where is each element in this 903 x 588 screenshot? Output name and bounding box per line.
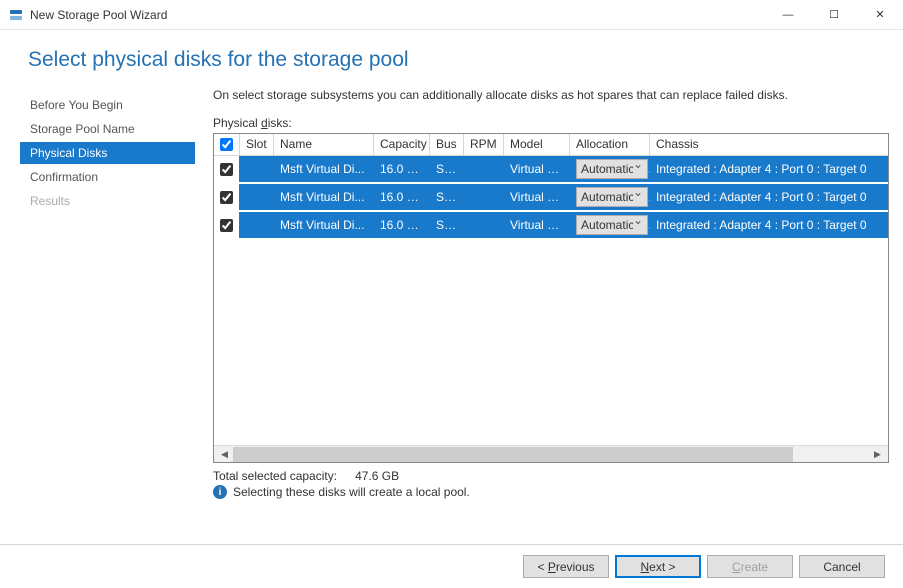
header-bus[interactable]: Bus — [430, 134, 464, 155]
previous-button[interactable]: < Previous — [523, 555, 609, 578]
cancel-button[interactable]: Cancel — [799, 555, 885, 578]
maximize-button[interactable]: ☐ — [811, 0, 857, 30]
minimize-button[interactable]: — — [765, 0, 811, 30]
scroll-track[interactable] — [233, 447, 869, 462]
cell-model: Virtual Disk — [504, 218, 570, 232]
header-checkbox[interactable] — [214, 134, 240, 155]
scroll-left-icon[interactable]: ◀ — [216, 447, 233, 462]
info-text: Selecting these disks will create a loca… — [233, 485, 470, 499]
header-slot[interactable]: Slot — [240, 134, 274, 155]
window-controls: — ☐ ✕ — [765, 0, 903, 30]
cell-bus: SAS — [430, 190, 464, 204]
info-icon: i — [213, 485, 227, 499]
table-row[interactable]: Msft Virtual Di...16.0 GBSAS Virtual Disk… — [214, 212, 888, 240]
row-checkbox[interactable] — [214, 184, 240, 210]
header-capacity[interactable]: Capacity — [374, 134, 430, 155]
step-confirmation[interactable]: Confirmation — [20, 166, 195, 188]
grid-header: Slot Name Capacity Bus RPM Model Allocat… — [214, 134, 888, 156]
cell-bus: SAS — [430, 218, 464, 232]
scroll-thumb[interactable] — [233, 447, 793, 462]
page-title: Select physical disks for the storage po… — [0, 30, 903, 82]
cell-chassis: Integrated : Adapter 4 : Port 0 : Target… — [650, 162, 888, 176]
physical-disks-grid: Slot Name Capacity Bus RPM Model Allocat… — [213, 133, 889, 463]
table-row[interactable]: Msft Virtual Di...16.0 GBSAS Virtual Disk… — [214, 184, 888, 212]
step-storage-pool-name[interactable]: Storage Pool Name — [20, 118, 195, 140]
allocation-select[interactable]: Automatic — [576, 159, 648, 179]
grid-body: Msft Virtual Di...16.0 GBSASVirtual Disk… — [214, 156, 888, 445]
wizard-steps: Before You Begin Storage Pool Name Physi… — [0, 88, 195, 544]
cell-name: Msft Virtual Di... — [274, 162, 374, 176]
scroll-right-icon[interactable]: ▶ — [869, 447, 886, 462]
cell-name: Msft Virtual Di... — [274, 190, 374, 204]
cell-model: Virtual Disk — [504, 190, 570, 204]
summary: Total selected capacity: 47.6 GB i Selec… — [213, 469, 889, 499]
cell-capacity: 16.0 GB — [374, 190, 430, 204]
grid-label: Physical disks: — [213, 116, 889, 130]
table-row[interactable]: Msft Virtual Di...16.0 GBSAS Virtual Disk… — [214, 156, 888, 184]
cell-allocation[interactable]: Automatic — [570, 187, 650, 207]
app-icon — [8, 7, 24, 23]
cell-allocation[interactable]: Automatic — [570, 159, 650, 179]
cell-chassis: Integrated : Adapter 4 : Port 0 : Target… — [650, 218, 888, 232]
cell-model: Virtual Disk — [504, 162, 570, 176]
cell-chassis: Integrated : Adapter 4 : Port 0 : Target… — [650, 190, 888, 204]
step-results: Results — [20, 190, 195, 212]
step-physical-disks[interactable]: Physical Disks — [20, 142, 195, 164]
step-before-you-begin[interactable]: Before You Begin — [20, 94, 195, 116]
footer: < Previous Next > Create Cancel — [0, 544, 903, 588]
cell-bus: SAS — [430, 162, 464, 176]
cell-capacity: 16.0 GB — [374, 162, 430, 176]
header-model[interactable]: Model — [504, 134, 570, 155]
total-capacity-value: 47.6 GB — [355, 469, 399, 483]
cell-name: Msft Virtual Di... — [274, 218, 374, 232]
header-chassis[interactable]: Chassis — [650, 134, 888, 155]
header-rpm[interactable]: RPM — [464, 134, 504, 155]
allocation-select[interactable]: Automatic — [576, 187, 648, 207]
horizontal-scrollbar[interactable]: ◀ ▶ — [214, 445, 888, 462]
total-capacity-label: Total selected capacity: — [213, 469, 337, 483]
next-button[interactable]: Next > — [615, 555, 701, 578]
description-text: On select storage subsystems you can add… — [213, 88, 889, 102]
header-name[interactable]: Name — [274, 134, 374, 155]
close-button[interactable]: ✕ — [857, 0, 903, 30]
allocation-select[interactable]: Automatic — [576, 215, 648, 235]
window-title: New Storage Pool Wizard — [30, 8, 167, 22]
cell-capacity: 16.0 GB — [374, 218, 430, 232]
header-allocation[interactable]: Allocation — [570, 134, 650, 155]
row-checkbox[interactable] — [214, 212, 240, 238]
create-button: Create — [707, 555, 793, 578]
titlebar: New Storage Pool Wizard — ☐ ✕ — [0, 0, 903, 30]
cell-allocation[interactable]: Automatic — [570, 215, 650, 235]
row-checkbox[interactable] — [214, 156, 240, 182]
